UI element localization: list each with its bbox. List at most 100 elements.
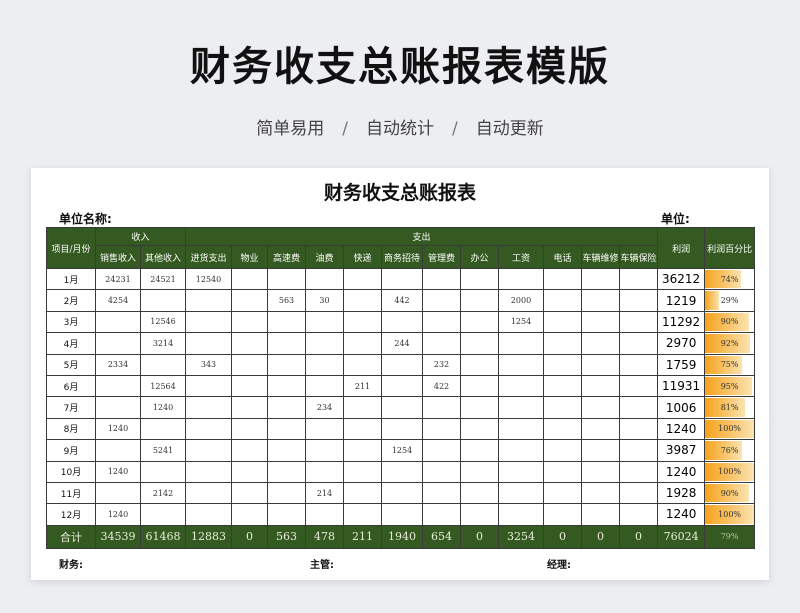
amount-cell[interactable] (619, 267, 659, 291)
amount-cell[interactable] (581, 374, 621, 398)
amount-cell[interactable] (185, 289, 233, 312)
profit-pct-cell[interactable]: 100% (704, 460, 756, 483)
amount-cell[interactable] (498, 374, 545, 398)
amount-cell[interactable] (543, 267, 583, 291)
amount-cell[interactable] (185, 481, 233, 505)
amount-cell[interactable] (267, 417, 307, 441)
amount-cell[interactable]: 211 (343, 374, 383, 398)
profit-cell[interactable]: 1240 (657, 417, 706, 441)
amount-cell[interactable] (139, 353, 187, 376)
amount-cell[interactable] (460, 460, 500, 483)
amount-cell[interactable] (619, 460, 659, 483)
amount-cell[interactable] (305, 503, 345, 526)
amount-cell[interactable] (581, 267, 621, 291)
amount-cell[interactable] (381, 396, 424, 419)
total-cell[interactable]: 563 (267, 524, 307, 549)
profit-pct-cell[interactable]: 74% (704, 267, 756, 291)
amount-cell[interactable]: 214 (305, 481, 345, 505)
amount-cell[interactable]: 12540 (185, 267, 233, 291)
profit-cell[interactable]: 1006 (657, 396, 706, 419)
amount-cell[interactable] (95, 332, 141, 355)
amount-cell[interactable] (343, 396, 383, 419)
amount-cell[interactable] (619, 396, 659, 419)
amount-cell[interactable] (231, 374, 269, 398)
month-cell[interactable]: 8月 (46, 417, 96, 441)
profit-cell[interactable]: 1928 (657, 481, 706, 505)
amount-cell[interactable] (422, 481, 462, 505)
total-profit[interactable]: 76024 (657, 524, 706, 549)
profit-cell[interactable]: 1240 (657, 460, 706, 483)
amount-cell[interactable] (422, 503, 462, 526)
amount-cell[interactable] (381, 267, 424, 291)
total-cell[interactable]: 34539 (95, 524, 141, 549)
amount-cell[interactable] (581, 439, 621, 462)
profit-pct-cell[interactable]: 95% (704, 374, 756, 398)
amount-cell[interactable] (139, 460, 187, 483)
amount-cell[interactable] (619, 417, 659, 441)
amount-cell[interactable] (581, 353, 621, 376)
amount-cell[interactable] (381, 481, 424, 505)
amount-cell[interactable] (460, 267, 500, 291)
amount-cell[interactable] (231, 353, 269, 376)
amount-cell[interactable] (267, 503, 307, 526)
amount-cell[interactable] (267, 374, 307, 398)
amount-cell[interactable] (267, 353, 307, 376)
amount-cell[interactable]: 234 (305, 396, 345, 419)
amount-cell[interactable] (422, 267, 462, 291)
profit-cell[interactable]: 2970 (657, 332, 706, 355)
amount-cell[interactable] (231, 267, 269, 291)
amount-cell[interactable] (231, 417, 269, 441)
amount-cell[interactable] (543, 289, 583, 312)
amount-cell[interactable] (498, 267, 545, 291)
amount-cell[interactable]: 1254 (381, 439, 424, 462)
amount-cell[interactable] (343, 503, 383, 526)
amount-cell[interactable]: 232 (422, 353, 462, 376)
amount-cell[interactable] (305, 267, 345, 291)
amount-cell[interactable] (185, 374, 233, 398)
profit-cell[interactable]: 11292 (657, 310, 706, 334)
month-cell[interactable]: 9月 (46, 439, 96, 462)
amount-cell[interactable] (460, 481, 500, 505)
amount-cell[interactable] (231, 503, 269, 526)
amount-cell[interactable] (543, 481, 583, 505)
amount-cell[interactable] (305, 460, 345, 483)
amount-cell[interactable] (95, 374, 141, 398)
amount-cell[interactable]: 422 (422, 374, 462, 398)
amount-cell[interactable] (460, 289, 500, 312)
amount-cell[interactable] (422, 310, 462, 334)
amount-cell[interactable]: 1240 (139, 396, 187, 419)
amount-cell[interactable] (581, 332, 621, 355)
amount-cell[interactable] (460, 374, 500, 398)
amount-cell[interactable] (581, 396, 621, 419)
amount-cell[interactable] (267, 267, 307, 291)
amount-cell[interactable] (381, 353, 424, 376)
profit-cell[interactable]: 11931 (657, 374, 706, 398)
amount-cell[interactable]: 1240 (95, 460, 141, 483)
amount-cell[interactable] (267, 396, 307, 419)
amount-cell[interactable] (498, 481, 545, 505)
month-cell[interactable]: 1月 (46, 267, 96, 291)
amount-cell[interactable] (305, 417, 345, 441)
profit-pct-cell[interactable]: 76% (704, 439, 756, 462)
total-cell[interactable]: 1940 (381, 524, 424, 549)
amount-cell[interactable] (619, 310, 659, 334)
amount-cell[interactable] (581, 289, 621, 312)
amount-cell[interactable] (581, 417, 621, 441)
amount-cell[interactable] (343, 353, 383, 376)
amount-cell[interactable] (95, 310, 141, 334)
amount-cell[interactable] (305, 374, 345, 398)
profit-cell[interactable]: 1240 (657, 503, 706, 526)
total-cell[interactable]: 0 (543, 524, 583, 549)
amount-cell[interactable] (381, 417, 424, 441)
amount-cell[interactable]: 2142 (139, 481, 187, 505)
amount-cell[interactable] (343, 332, 383, 355)
amount-cell[interactable] (422, 396, 462, 419)
profit-pct-cell[interactable]: 90% (704, 310, 756, 334)
amount-cell[interactable] (543, 310, 583, 334)
total-cell[interactable]: 654 (422, 524, 462, 549)
amount-cell[interactable] (460, 439, 500, 462)
amount-cell[interactable] (231, 481, 269, 505)
amount-cell[interactable] (185, 439, 233, 462)
amount-cell[interactable] (185, 460, 233, 483)
amount-cell[interactable]: 4254 (95, 289, 141, 312)
